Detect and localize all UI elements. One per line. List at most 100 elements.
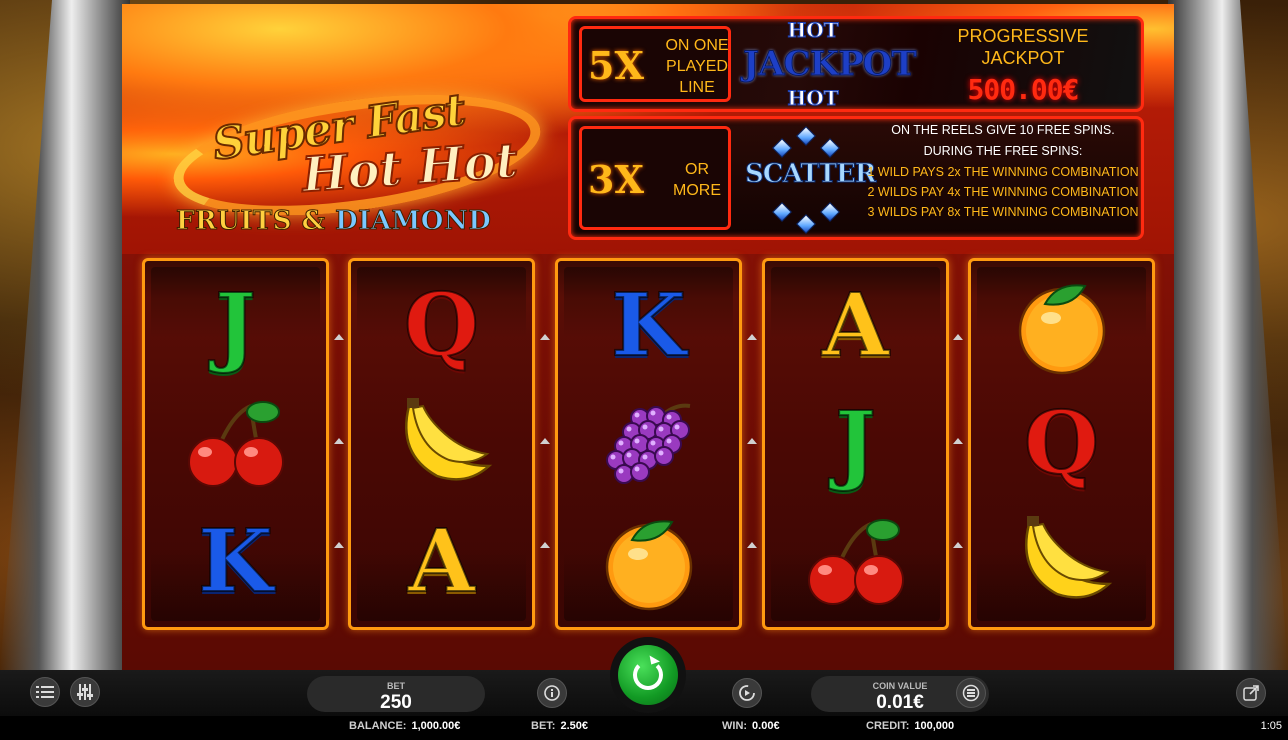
reel-symbol — [971, 267, 1152, 385]
diamond-icon — [820, 202, 840, 222]
wild-line: 2 WILDS PAY 4x THE WINNING COMBINATION — [867, 185, 1139, 199]
game-logo: Super Fast Hot Hot FRUITS & DIAMOND — [162, 74, 562, 250]
spin-button-face — [618, 645, 678, 705]
payline-marker — [334, 438, 344, 444]
scatter-free-spins-text: ON THE REELS GIVE 10 FREE SPINS. — [891, 123, 1115, 137]
reel-symbol: J — [765, 385, 946, 503]
banana-icon — [404, 398, 492, 481]
reel-symbol — [971, 503, 1152, 621]
reel-5: Q — [968, 258, 1155, 630]
spin-button[interactable] — [610, 637, 686, 713]
logo-fruits: FRUITS — [175, 206, 293, 237]
info-button[interactable] — [537, 678, 567, 708]
symbol-k: K — [197, 511, 274, 612]
payline-marker — [540, 334, 550, 340]
wild-lines: 1 WILD PAYS 2x THE WINNING COMBINATION 2… — [865, 162, 1141, 222]
wild-line: 3 WILDS PAY 8x THE WINNING COMBINATION — [867, 205, 1139, 219]
orange-icon — [1018, 284, 1105, 375]
balance-value: 1,000.00€ — [411, 720, 461, 732]
game-frame: Super Fast Hot Hot FRUITS & DIAMOND 5X O… — [122, 4, 1174, 670]
external-link-button[interactable] — [1236, 678, 1266, 708]
logo-amp: & — [301, 206, 326, 237]
payline-marker — [953, 334, 963, 340]
payline-marker — [747, 334, 757, 340]
progressive-jackpot-title: PROGRESSIVE JACKPOT — [957, 26, 1089, 68]
scatter-logo: SCATTER — [745, 123, 877, 235]
diamond-icon — [796, 214, 816, 234]
cherry-icon — [187, 401, 284, 487]
orange-icon — [605, 520, 692, 611]
scatter-multiplier: 3X — [588, 157, 644, 202]
grapes-icon — [605, 403, 690, 484]
scatter-info: ON THE REELS GIVE 10 FREE SPINS. DURING … — [865, 123, 1141, 222]
bet-stat-value: 2.50€ — [560, 720, 588, 732]
progressive-jackpot-value: 500.00€ — [967, 73, 1079, 106]
menu-button[interactable] — [30, 677, 60, 707]
symbol-k: K — [610, 275, 687, 376]
balance-label: BALANCE: — [349, 720, 407, 732]
settings-button[interactable] — [70, 677, 100, 707]
reel-3: K — [555, 258, 742, 630]
diamond-icon — [820, 138, 840, 158]
jackpot-multiplier: 5X — [588, 43, 644, 88]
bet-label: BET — [387, 681, 405, 691]
reel-symbol — [351, 385, 532, 503]
jackpot-condition: ON ONE PLAYED LINE — [665, 37, 729, 96]
info-icon — [544, 685, 560, 701]
logo-diamond: DIAMOND — [335, 206, 492, 237]
jackpot-multiplier-box: 5X ON ONE PLAYED LINE — [579, 26, 731, 102]
logo-subtitle: FRUITS & DIAMOND — [175, 206, 492, 237]
payline-marker — [334, 542, 344, 548]
external-link-icon — [1243, 685, 1259, 701]
scatter-panel: 3X OR MORE SCATTER ON THE REELS GIVE 10 … — [568, 116, 1144, 240]
win-value: 0.00€ — [752, 720, 780, 732]
credit-value: 100,000 — [914, 720, 955, 732]
reel-symbol: Q — [971, 385, 1152, 503]
scatter-multiplier-box: 3X OR MORE — [579, 126, 731, 230]
credit-stat: CREDIT: 100,000 — [866, 720, 954, 732]
symbol-q: Q — [1023, 393, 1100, 494]
bet-stat-label: BET: — [531, 720, 556, 732]
bet-value: 250 — [380, 692, 412, 713]
coins-icon — [962, 684, 980, 702]
bet-stat: BET: 2.50€ — [531, 720, 588, 732]
spin-icon — [633, 660, 663, 690]
cherry-icon — [807, 519, 904, 605]
payline-marker — [747, 438, 757, 444]
reel-symbol: A — [765, 267, 946, 385]
jackpot-logo-main: JACKPOT — [743, 44, 918, 85]
sliders-icon — [77, 684, 93, 700]
banana-icon — [1024, 516, 1112, 599]
balance-stat: BALANCE: 1,000.00€ — [349, 720, 460, 732]
reel-2: QA — [348, 258, 535, 630]
status-bar: BALANCE: 1,000.00€ BET: 2.50€ WIN: 0.00€ CR… — [0, 716, 1288, 740]
hot-jackpot-logo: HOT JACKPOT HOT — [743, 18, 918, 111]
symbol-j: J — [834, 393, 877, 494]
scatter-during-text: DURING THE FREE SPINS: — [923, 144, 1083, 158]
reel-symbol — [145, 385, 326, 503]
autoplay-button[interactable] — [732, 678, 762, 708]
jackpot-panel: 5X ON ONE PLAYED LINE HOT JACKPOT HOT PR… — [568, 16, 1144, 112]
symbol-q: Q — [403, 275, 480, 376]
reel-symbol: J — [145, 267, 326, 385]
reel-symbol — [558, 385, 739, 503]
payline-marker — [334, 334, 344, 340]
reel-symbol: K — [558, 267, 739, 385]
reel-4: AJ — [762, 258, 949, 630]
jackpot-logo-top: HOT — [787, 18, 839, 42]
payline-marker — [540, 438, 550, 444]
wild-line: 1 WILD PAYS 2x THE WINNING COMBINATION — [867, 165, 1139, 179]
menu-icon — [36, 686, 54, 698]
symbol-j: J — [214, 275, 257, 376]
reel-1: JK — [142, 258, 329, 630]
symbol-a: A — [407, 511, 476, 612]
autoplay-icon — [739, 685, 755, 701]
reel-symbol — [558, 503, 739, 621]
payline-marker — [540, 542, 550, 548]
diamond-icon — [796, 126, 816, 146]
scatter-condition: OR MORE — [673, 161, 721, 199]
win-stat: WIN: 0.00€ — [722, 720, 780, 732]
bet-selector[interactable]: BET 250 — [307, 676, 485, 713]
coins-button[interactable] — [956, 678, 986, 708]
jackpot-logo-bottom: HOT — [787, 86, 839, 110]
